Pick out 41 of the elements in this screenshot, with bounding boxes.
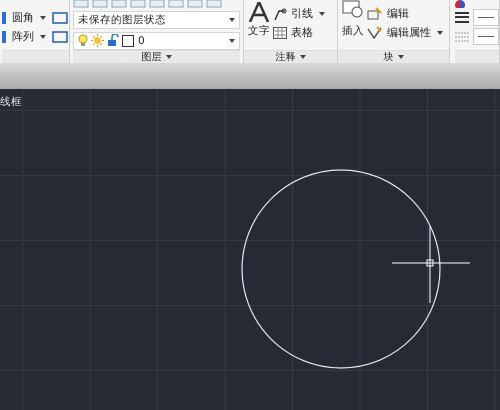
tool-icon[interactable] bbox=[51, 10, 69, 26]
lightbulb-icon bbox=[78, 34, 88, 48]
table-icon bbox=[273, 26, 287, 38]
layer-state-dropdown[interactable]: 未保存的图层状态 bbox=[73, 10, 240, 29]
tool-icon bbox=[2, 10, 8, 24]
caret-icon[interactable] bbox=[319, 12, 325, 16]
unlocked-padlock-icon bbox=[107, 34, 119, 48]
caret-icon[interactable] bbox=[437, 30, 443, 34]
panel-title[interactable]: 图层 bbox=[142, 50, 162, 64]
tool-button[interactable]: 编辑 bbox=[386, 6, 410, 21]
lineweight-icon bbox=[455, 12, 469, 24]
attribute-edit-icon bbox=[367, 26, 383, 40]
caret-icon bbox=[229, 18, 235, 22]
color-swatch-icon bbox=[122, 34, 134, 47]
caret-icon[interactable] bbox=[40, 34, 46, 38]
tool-button[interactable]: 圆角 bbox=[11, 10, 35, 25]
caret-icon[interactable] bbox=[398, 55, 404, 59]
letter-a-icon bbox=[249, 2, 269, 22]
linetype-dropdown[interactable] bbox=[473, 28, 499, 45]
caret-icon bbox=[229, 38, 235, 43]
tool-button[interactable]: 阵列 bbox=[11, 29, 35, 44]
leader-icon bbox=[273, 6, 287, 20]
caret-icon[interactable] bbox=[300, 55, 306, 59]
caret-icon[interactable] bbox=[166, 55, 172, 59]
tool-button[interactable]: 编辑属性 bbox=[386, 25, 432, 40]
caret-icon[interactable] bbox=[40, 16, 46, 20]
text-tool-button[interactable]: 文字 bbox=[248, 0, 270, 42]
tool-icon[interactable] bbox=[51, 28, 69, 44]
linetype-icon bbox=[455, 30, 469, 42]
insert-button[interactable]: 插入 bbox=[342, 0, 364, 42]
tool-icon bbox=[2, 30, 8, 44]
layer-dropdown[interactable]: 0 bbox=[73, 32, 240, 50]
lineweight-dropdown[interactable] bbox=[473, 9, 499, 26]
color-wheel-icon bbox=[455, 0, 465, 8]
visual-style-label[interactable]: 线框 bbox=[0, 95, 22, 109]
panel-title[interactable]: 块 bbox=[384, 50, 394, 64]
tool-button[interactable]: 引线 bbox=[290, 6, 314, 21]
block-edit-icon bbox=[367, 6, 383, 20]
tool-button[interactable]: 表格 bbox=[290, 25, 314, 40]
crosshair-cursor-icon bbox=[392, 224, 470, 304]
sun-icon bbox=[91, 34, 104, 48]
